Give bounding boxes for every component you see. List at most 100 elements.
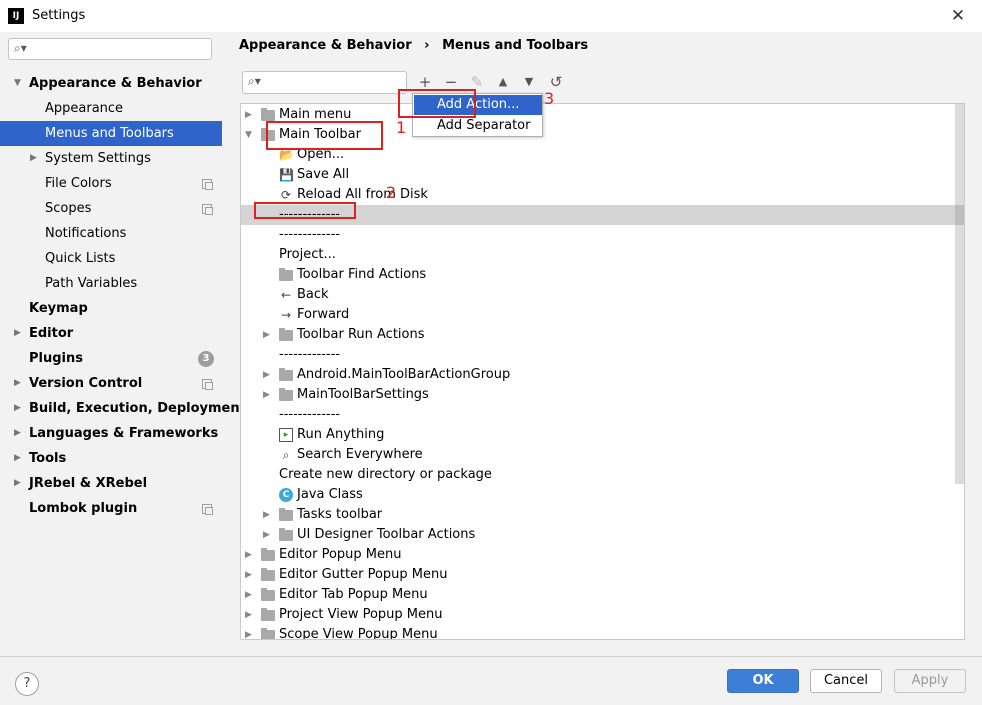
tree-row[interactable]: ------------- xyxy=(241,345,955,365)
sidebar-item[interactable]: Keymap xyxy=(0,296,222,321)
sidebar-item[interactable]: ▶ System Settings xyxy=(0,146,222,171)
cancel-button[interactable]: Cancel xyxy=(810,669,882,693)
sidebar-item[interactable]: ▶ JRebel & XRebel xyxy=(0,471,222,496)
collapsed-arrow-icon[interactable]: ▶ xyxy=(245,545,252,565)
tree-row-label: Java Class xyxy=(297,487,363,502)
annotation-box-1 xyxy=(266,121,383,150)
tree-row[interactable]: ▶ UI Designer Toolbar Actions xyxy=(241,525,955,545)
collapsed-arrow-icon[interactable]: ▶ xyxy=(14,321,21,346)
tree-row[interactable]: ▶ Android.MainToolBarActionGroup xyxy=(241,365,955,385)
folder-icon xyxy=(261,608,275,621)
tree-row-label: Toolbar Run Actions xyxy=(297,327,425,342)
collapsed-arrow-icon[interactable]: ▶ xyxy=(245,585,252,605)
sidebar-item-label: Menus and Toolbars xyxy=(45,126,174,141)
sidebar-item[interactable]: Plugins 3 xyxy=(0,346,222,371)
sidebar-item[interactable]: Quick Lists xyxy=(0,246,222,271)
sidebar-item-label: Plugins xyxy=(29,351,83,366)
tree-row[interactable]: ▶ Editor Popup Menu xyxy=(241,545,955,565)
sidebar-item[interactable]: ▶ Languages & Frameworks xyxy=(0,421,222,446)
project-level-icon xyxy=(202,179,213,190)
collapsed-arrow-icon[interactable]: ▶ xyxy=(14,446,21,471)
tree-row[interactable]: ------------- xyxy=(241,405,955,425)
sidebar-item[interactable]: Scopes xyxy=(0,196,222,221)
sidebar-item[interactable]: Lombok plugin xyxy=(0,496,222,521)
tree-row-label: ------------- xyxy=(279,227,340,242)
tree-row[interactable]: ← Back xyxy=(241,285,955,305)
dialog-footer: ? OK Cancel Apply xyxy=(0,656,982,705)
collapsed-arrow-icon[interactable]: ▶ xyxy=(263,505,270,525)
sidebar-item[interactable]: ▶ Build, Execution, Deployment xyxy=(0,396,246,421)
tree-row[interactable]: 💾 Save All xyxy=(241,165,955,185)
search-icon: ⌕▾ xyxy=(248,74,261,88)
sidebar-item-label: Keymap xyxy=(29,301,88,316)
tree-scrollbar-track[interactable] xyxy=(955,104,964,484)
collapsed-arrow-icon[interactable]: ▶ xyxy=(263,325,270,345)
project-level-icon xyxy=(202,204,213,215)
tree-row[interactable]: ▶ Toolbar Run Actions xyxy=(241,325,955,345)
collapsed-arrow-icon[interactable]: ▶ xyxy=(245,105,252,125)
collapsed-arrow-icon[interactable]: ▶ xyxy=(245,625,252,639)
plugins-count-badge: 3 xyxy=(198,351,214,367)
tree-row[interactable]: Project... xyxy=(241,245,955,265)
move-up-icon[interactable]: ▲ xyxy=(494,73,512,91)
tree-row[interactable]: Create new directory or package xyxy=(241,465,955,485)
collapsed-arrow-icon[interactable]: ▶ xyxy=(14,371,21,396)
tree-row[interactable]: ▶ MainToolBarSettings xyxy=(241,385,955,405)
sidebar-item[interactable]: Notifications xyxy=(0,221,222,246)
folder-icon xyxy=(279,268,293,281)
tree-row[interactable]: Toolbar Find Actions xyxy=(241,265,955,285)
tree-scrollbar-thumb[interactable] xyxy=(955,205,964,225)
expanded-arrow-icon[interactable]: ▼ xyxy=(14,71,21,96)
settings-sidebar: ⌕▾ ▼ Appearance & Behavior Appearance Menus… xyxy=(0,32,246,656)
help-button[interactable]: ? xyxy=(15,672,39,696)
sidebar-item[interactable]: ▶ Version Control xyxy=(0,371,222,396)
folder-icon xyxy=(279,508,293,521)
tree-row[interactable]: ▶ Scope View Popup Menu xyxy=(241,625,955,639)
tree-row-label: Create new directory or package xyxy=(279,467,492,482)
tree-row[interactable]: → Forward xyxy=(241,305,955,325)
tree-row[interactable]: ▶ Editor Tab Popup Menu xyxy=(241,585,955,605)
sidebar-item[interactable]: ▶ Editor xyxy=(0,321,222,346)
sidebar-item[interactable]: File Colors xyxy=(0,171,222,196)
collapsed-arrow-icon[interactable]: ▶ xyxy=(245,565,252,585)
sidebar-item[interactable]: ▼ Appearance & Behavior xyxy=(0,71,222,96)
sidebar-item[interactable]: ▶ Tools xyxy=(0,446,222,471)
annotation-label-3: 3 xyxy=(544,89,555,108)
collapsed-arrow-icon[interactable]: ▶ xyxy=(14,421,21,446)
collapsed-arrow-icon[interactable]: ▶ xyxy=(14,396,21,421)
collapsed-arrow-icon[interactable]: ▶ xyxy=(245,605,252,625)
collapsed-arrow-icon[interactable]: ▶ xyxy=(263,385,270,405)
breadcrumb-current: Menus and Toolbars xyxy=(442,38,589,53)
move-down-icon[interactable]: ▼ xyxy=(520,73,538,91)
tree-row[interactable]: ▸ Run Anything xyxy=(241,425,955,445)
actions-tree[interactable]: ▶ Main menu ▼ Main Toolbar 📂 Open... 💾 Save All… xyxy=(240,103,965,640)
ok-button[interactable]: OK xyxy=(727,669,799,693)
tree-row[interactable]: ▶ Project View Popup Menu xyxy=(241,605,955,625)
collapsed-arrow-icon[interactable]: ▶ xyxy=(263,525,270,545)
tree-row-label: Toolbar Find Actions xyxy=(297,267,427,282)
collapsed-arrow-icon[interactable]: ▶ xyxy=(30,146,37,171)
tree-row-label: Editor Tab Popup Menu xyxy=(279,587,428,602)
tree-row-label: Editor Gutter Popup Menu xyxy=(279,567,448,582)
tree-row[interactable]: ▶ Editor Gutter Popup Menu xyxy=(241,565,955,585)
project-level-icon xyxy=(202,504,213,515)
tree-row[interactable]: ⌕ Search Everywhere xyxy=(241,445,955,465)
folder-icon xyxy=(279,368,293,381)
sidebar-item[interactable]: Path Variables xyxy=(0,271,222,296)
tree-row[interactable]: C Java Class xyxy=(241,485,955,505)
actions-search-input[interactable]: ⌕▾ xyxy=(242,71,407,94)
add-separator-menu-item[interactable]: Add Separator xyxy=(414,116,542,136)
tree-row[interactable]: ------------- xyxy=(241,225,955,245)
folder-icon xyxy=(261,628,275,639)
breadcrumb-parent[interactable]: Appearance & Behavior xyxy=(239,38,412,53)
close-icon[interactable]: ✕ xyxy=(948,6,968,26)
collapsed-arrow-icon[interactable]: ▶ xyxy=(14,471,21,496)
tree-row[interactable]: ▶ Tasks toolbar xyxy=(241,505,955,525)
collapsed-arrow-icon[interactable]: ▶ xyxy=(263,365,270,385)
sidebar-item[interactable]: Menus and Toolbars xyxy=(0,121,222,146)
sidebar-search-input[interactable]: ⌕▾ xyxy=(8,38,212,60)
expanded-arrow-icon[interactable]: ▼ xyxy=(245,125,252,145)
apply-button[interactable]: Apply xyxy=(894,669,966,693)
sidebar-item[interactable]: Appearance xyxy=(0,96,222,121)
arrow-right-icon: → xyxy=(280,308,292,322)
